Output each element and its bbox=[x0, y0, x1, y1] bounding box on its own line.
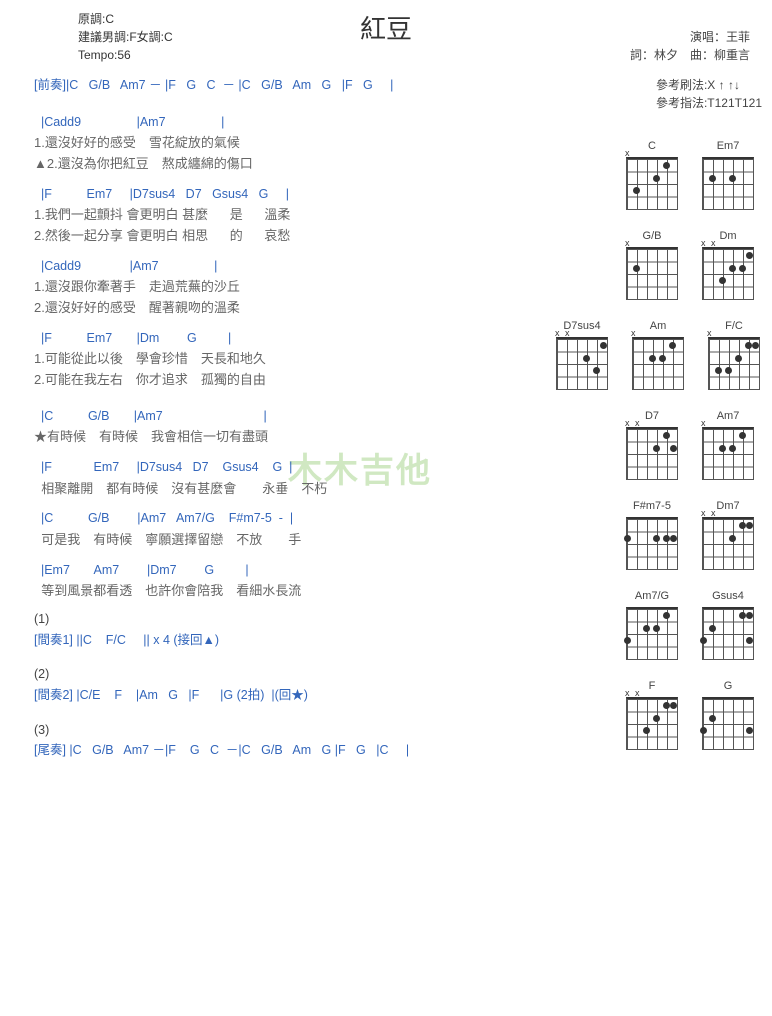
chord-diagram: Am x bbox=[626, 318, 690, 390]
interlude-1: [間奏1] ||C F/C || x 4 (接回▲) bbox=[34, 629, 634, 652]
lyric-line: 2.然後一起分享 會更明白 相思 的 哀愁 bbox=[34, 226, 634, 247]
chord-diagram: Em7 bbox=[696, 138, 760, 210]
chord-diagram: F xx bbox=[620, 678, 684, 750]
chord-diagram: Am7/G bbox=[620, 588, 684, 660]
suggested-key: 建議男調:F女調:C bbox=[78, 28, 173, 46]
chord-line: |F Em7 |D7sus4 D7 Gsus4 G | bbox=[34, 456, 634, 479]
finger-pattern: 參考指法:T121T121 bbox=[656, 94, 762, 112]
chord-line: |F Em7 |D7sus4 D7 Gsus4 G | bbox=[34, 183, 634, 206]
chord-diagram: G/B x bbox=[620, 228, 684, 300]
interlude-2: [間奏2] |C/E F |Am G |F |G (2拍) |(回★) bbox=[34, 684, 634, 707]
reference-box: 參考刷法:X ↑ ↑↓ 參考指法:T121T121 bbox=[656, 76, 762, 112]
chord-line: |C G/B |Am7 | bbox=[34, 405, 634, 428]
meta-left: 原調:C 建議男調:F女調:C Tempo:56 bbox=[78, 10, 173, 64]
chord-diagram: C x bbox=[620, 138, 684, 210]
tempo: Tempo:56 bbox=[78, 46, 173, 64]
intro-line: [前奏]|C G/B Am7 － |F G C － |C G/B Am G |F… bbox=[34, 74, 634, 97]
chord-diagram: Dm7 xx bbox=[696, 498, 760, 570]
strum-pattern: 參考刷法:X ↑ ↑↓ bbox=[656, 76, 762, 94]
lyric-line: 可是我 有時候 寧願選擇留戀 不放 手 bbox=[34, 530, 634, 551]
lyric-line: 1.還沒好好的感受 雪花綻放的氣候 bbox=[34, 133, 634, 154]
original-key: 原調:C bbox=[78, 10, 173, 28]
lyrics-body: [前奏]|C G/B Am7 － |F G C － |C G/B Am G |F… bbox=[34, 74, 634, 770]
chord-diagram: D7 xx bbox=[620, 408, 684, 480]
chord-line: |Em7 Am7 |Dm7 G | bbox=[34, 559, 634, 582]
chord-line: |C G/B |Am7 Am7/G F#m7-5 - | bbox=[34, 507, 634, 530]
chord-diagram: Am7 x bbox=[696, 408, 760, 480]
chord-line: |Cadd9 |Am7 | bbox=[34, 255, 634, 278]
chord-diagram: G bbox=[696, 678, 760, 750]
chord-diagram: D7sus4 xx bbox=[550, 318, 614, 390]
lyric-line: 1.還沒跟你牽著手 走過荒蕪的沙丘 bbox=[34, 277, 634, 298]
chord-diagram: F#m7-5 bbox=[620, 498, 684, 570]
chord-diagram: Dm xx bbox=[696, 228, 760, 300]
section-marker: (1) bbox=[34, 610, 634, 629]
lyric-line: 2.可能在我左右 你才追求 孤獨的自由 bbox=[34, 370, 634, 391]
lyric-line: 等到風景都看透 也許你會陪我 看細水長流 bbox=[34, 581, 634, 602]
section-marker: (3) bbox=[34, 721, 634, 740]
lyric-line: 1.我們一起顫抖 會更明白 甚麼 是 溫柔 bbox=[34, 205, 634, 226]
chord-line: |Cadd9 |Am7 | bbox=[34, 111, 634, 134]
singer: 演唱：王菲 bbox=[630, 28, 750, 46]
credits: 詞：林夕 曲：柳重言 bbox=[630, 46, 750, 64]
outro: [尾奏] |C G/B Am7 －|F G C －|C G/B Am G |F … bbox=[34, 739, 634, 762]
chord-diagram: F/C x bbox=[702, 318, 766, 390]
chord-diagram: Gsus4 bbox=[696, 588, 760, 660]
lyric-line: 1.可能從此以後 學會珍惜 天長和地久 bbox=[34, 349, 634, 370]
lyric-line: 2.還沒好好的感受 醒著親吻的溫柔 bbox=[34, 298, 634, 319]
lyric-line: ▲2.還沒為你把紅豆 熬成纏綿的傷口 bbox=[34, 154, 634, 175]
section-marker: (2) bbox=[34, 665, 634, 684]
chord-line: |F Em7 |Dm G | bbox=[34, 327, 634, 350]
lyric-line: ★有時候 有時候 我會相信一切有盡頭 bbox=[34, 427, 634, 448]
lyric-line: 相聚離開 都有時候 沒有甚麼會 永垂 不朽 bbox=[34, 479, 634, 500]
meta-right: 演唱：王菲 詞：林夕 曲：柳重言 bbox=[630, 28, 750, 64]
